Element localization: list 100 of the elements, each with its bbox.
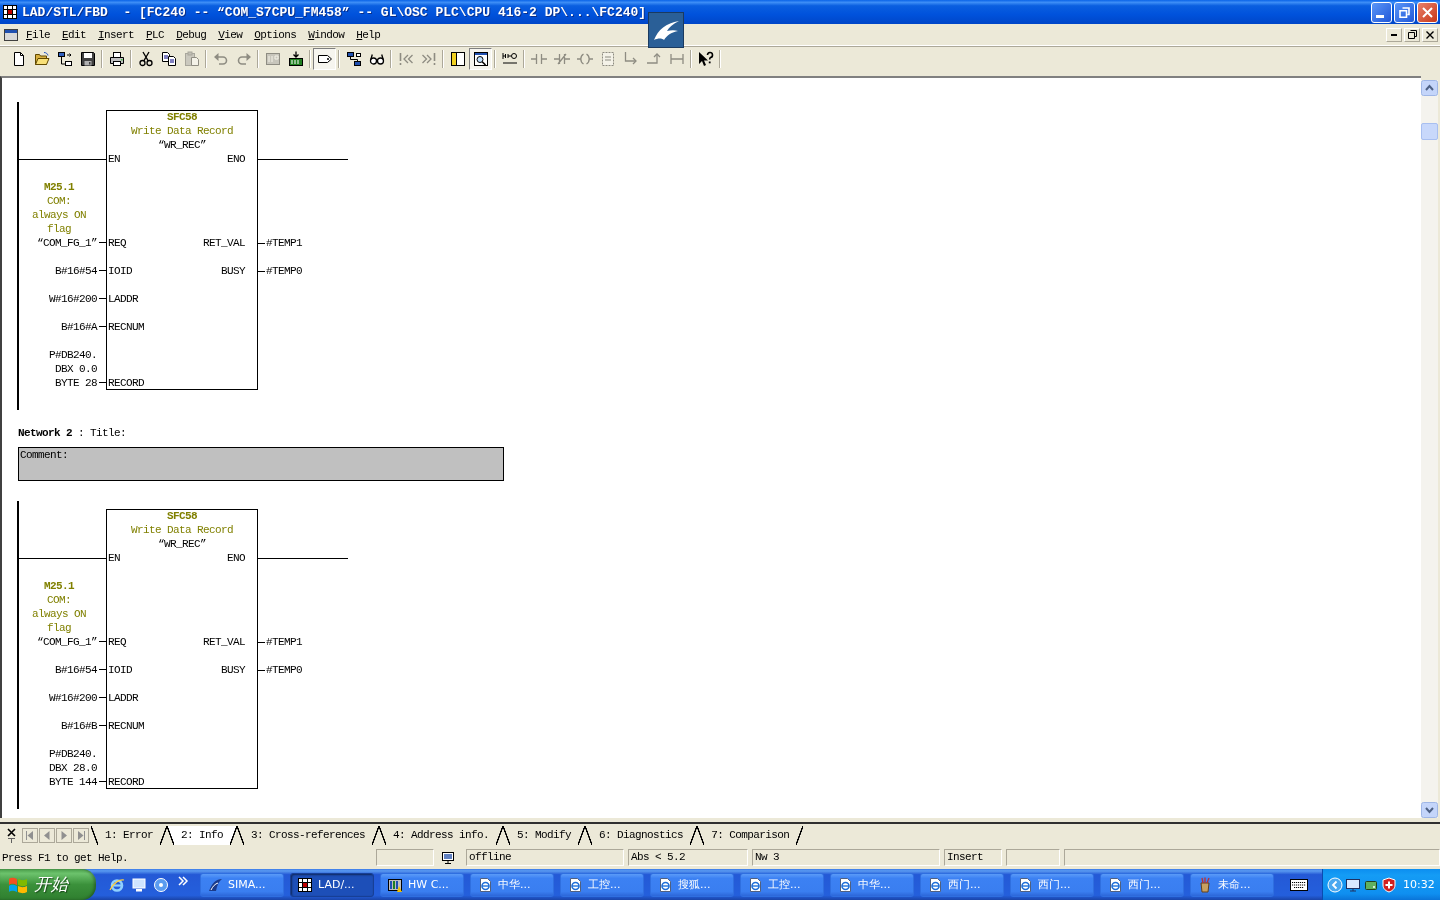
wire: [258, 270, 265, 272]
printer-icon: [108, 50, 125, 67]
close-button[interactable]: [1422, 27, 1438, 42]
pin-label: RECORD: [108, 775, 144, 789]
pin-label: IOID: [108, 663, 132, 677]
output-operand: #TEMP1: [265, 236, 303, 250]
operand-address: M25.1: [44, 579, 74, 593]
close-icon[interactable]: [6, 827, 16, 837]
browser-icon[interactable]: [109, 876, 125, 893]
pin-icon[interactable]: [7, 837, 15, 843]
details-tab[interactable]: 4: Address info.: [379, 825, 504, 845]
menu-item[interactable]: Debug: [170, 25, 213, 44]
wire: [258, 641, 265, 643]
pin-label: EN: [108, 551, 120, 565]
status-panel: offline: [466, 849, 624, 866]
rack-icon: [387, 876, 403, 893]
details-tab[interactable]: 5: Modify: [503, 825, 586, 845]
details-tab[interactable]: 1: Error: [91, 825, 167, 845]
skip-forward-icon: [420, 50, 437, 67]
input-operand: “COM_FG_1”: [37, 236, 98, 250]
wire: [99, 270, 106, 271]
taskbar-button[interactable]: 搜狐...: [650, 872, 734, 897]
double-chevron-icon[interactable]: [177, 875, 189, 886]
ladder-rung-icon: [501, 50, 518, 67]
taskbar-button[interactable]: 工控...: [740, 872, 824, 897]
pin-label: LADDR: [108, 292, 138, 306]
wire: [99, 725, 106, 726]
grid-icon: [2, 4, 18, 20]
menu-item[interactable]: File: [20, 25, 57, 44]
shield-icon[interactable]: [1381, 876, 1397, 893]
pin-label: LADDR: [108, 691, 138, 705]
flag-icon: [8, 875, 28, 894]
taskbar-button[interactable]: 西门...: [920, 872, 1004, 897]
start-button[interactable]: 开始: [0, 869, 96, 900]
status-panel: Insert: [944, 849, 1002, 866]
pin-label: REQ: [108, 635, 126, 649]
input-operand: B#16#B: [61, 719, 98, 733]
taskbar-button[interactable]: 西门...: [1100, 872, 1184, 897]
monitor-icon[interactable]: [1345, 876, 1361, 893]
block-number: SFC58: [167, 110, 197, 124]
wire: [258, 242, 265, 244]
output-operand: #TEMP0: [265, 264, 303, 278]
minimize-icon: [1391, 33, 1397, 36]
menu-item[interactable]: PLC: [140, 25, 171, 44]
taskbar-button[interactable]: 中华...: [470, 872, 554, 897]
bird-icon[interactable]: [648, 12, 684, 48]
taskbar-button[interactable]: 西门...: [1010, 872, 1094, 897]
restore-icon: [1407, 30, 1417, 39]
split-window-icon: [449, 50, 466, 67]
wire: [99, 382, 106, 383]
web-page-icon: [1017, 876, 1033, 893]
minimize-button[interactable]: [1386, 27, 1402, 42]
wire: [99, 669, 106, 670]
menu-item[interactable]: View: [212, 25, 249, 44]
toolbar-button[interactable]: [469, 47, 492, 70]
details-tab[interactable]: 7: Comparison: [697, 825, 804, 845]
pin-label: ENO: [227, 551, 245, 565]
menu-item[interactable]: Options: [248, 25, 303, 44]
taskbar-button[interactable]: HW C...: [380, 872, 464, 897]
minimize-icon: [1375, 14, 1384, 18]
taskbar-button[interactable]: LAD/...: [290, 872, 374, 897]
input-operand: W#16#200: [49, 292, 98, 306]
pin-label: REQ: [108, 236, 126, 250]
menu-item[interactable]: Insert: [92, 25, 141, 44]
menu-item[interactable]: Window: [302, 25, 351, 44]
wire: [99, 298, 106, 299]
close-icon: [1422, 6, 1433, 18]
block-name: Write Data Record: [131, 124, 233, 138]
status-text: Press F1 to get Help.: [1, 851, 130, 864]
input-operand: B#16#54: [55, 264, 98, 278]
block-name: Write Data Record: [131, 523, 233, 537]
block-symbol: “WR_REC”: [158, 537, 206, 551]
scrollbar[interactable]: [1421, 80, 1438, 818]
taskbar-button[interactable]: SIMA...: [200, 872, 284, 897]
input-operand: B#16#54: [55, 663, 98, 677]
pin-label: RECNUM: [108, 719, 144, 733]
swoosh-icon: [207, 876, 223, 893]
toolbar-button[interactable]: [313, 47, 336, 70]
scroll-thumb[interactable]: [1421, 123, 1438, 140]
taskbar-button[interactable]: 中华...: [830, 872, 914, 897]
clipboard-icon: [183, 50, 200, 67]
web-page-icon: [657, 876, 673, 893]
pin-label: BUSY: [221, 264, 245, 278]
restore-button[interactable]: [1404, 27, 1420, 42]
help-pointer-icon: [697, 50, 714, 67]
comment-field[interactable]: Comment:: [18, 447, 504, 481]
monitor-icon: [442, 851, 454, 864]
scissors-icon: [137, 50, 154, 67]
details-tab[interactable]: 6: Diagnostics: [585, 825, 698, 845]
taskbar-button[interactable]: 未命...: [1190, 872, 1274, 897]
web-page-icon: [747, 876, 763, 893]
menu-item[interactable]: Edit: [56, 25, 93, 44]
module-icon: [264, 50, 281, 67]
desktop-icon[interactable]: [131, 876, 147, 893]
keyboard-icon[interactable]: [1290, 878, 1308, 891]
taskbar-button[interactable]: 工控...: [560, 872, 644, 897]
details-tab[interactable]: 3: Cross-references: [237, 825, 380, 845]
disc-icon[interactable]: [153, 876, 169, 893]
menu-item[interactable]: Help: [350, 25, 387, 44]
details-tab[interactable]: 2: Info: [167, 825, 238, 845]
